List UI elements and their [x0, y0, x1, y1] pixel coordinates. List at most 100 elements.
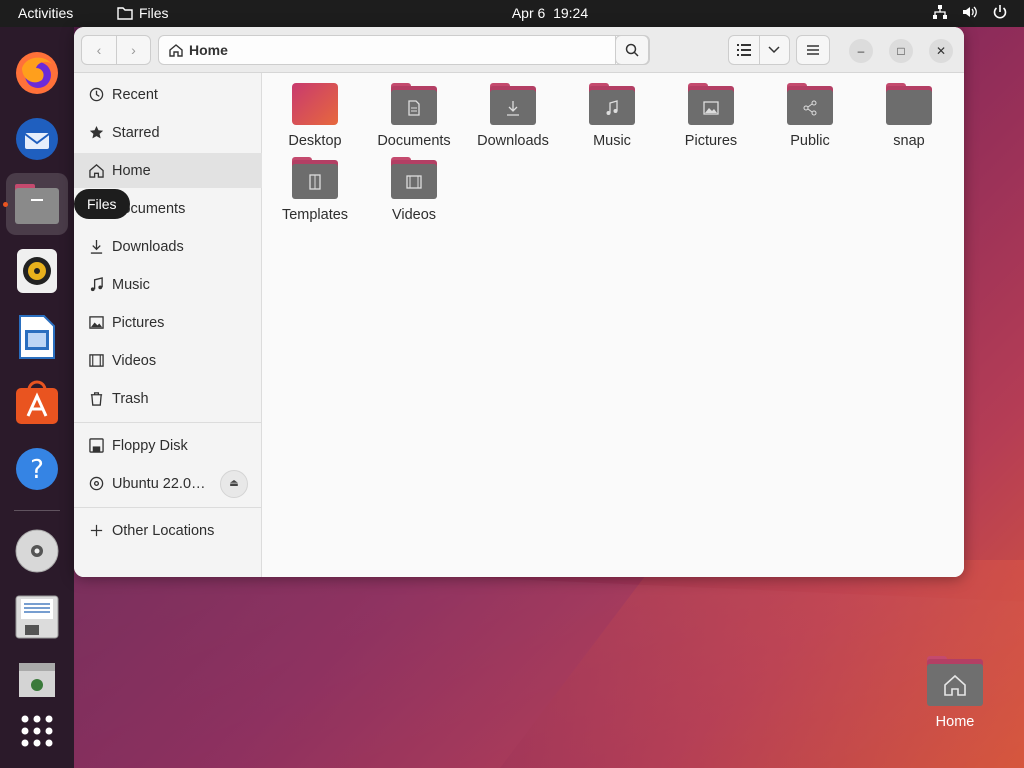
list-icon — [736, 44, 751, 56]
file-item-videos[interactable]: Videos — [366, 157, 462, 227]
main-menu-button[interactable] — [796, 35, 830, 65]
music-icon — [87, 276, 105, 294]
libreoffice-writer-icon — [19, 315, 55, 359]
sidebar-item-floppy[interactable]: Floppy Disk — [74, 428, 262, 463]
list-view-button[interactable] — [729, 36, 759, 64]
sidebar-item-ubuntu-disc[interactable]: Ubuntu 22.0… ⏏ — [74, 466, 262, 501]
sidebar-item-label: Music — [112, 276, 150, 293]
chevron-right-icon: › — [131, 42, 136, 58]
file-label: Videos — [391, 207, 437, 223]
cd-drive-launcher[interactable] — [13, 527, 61, 575]
sidebar: Recent Starred Home Documents Downloads … — [74, 73, 262, 577]
minimize-icon: – — [857, 44, 865, 58]
sidebar-item-trash[interactable]: Trash — [74, 381, 262, 416]
back-button[interactable]: ‹ — [82, 36, 116, 64]
eject-button[interactable]: ⏏ — [220, 469, 248, 498]
files-window: ‹ › Home ⋮ – □ ✕ Recent — [74, 27, 964, 577]
file-item-downloads[interactable]: Downloads — [465, 83, 561, 153]
writer-launcher[interactable] — [13, 313, 61, 361]
clock-date: Apr 6 — [511, 5, 546, 21]
sidebar-item-downloads[interactable]: Downloads — [74, 229, 262, 264]
network-icon — [933, 5, 947, 19]
videos-folder-icon — [391, 157, 437, 199]
sidebar-item-label: Home — [112, 162, 151, 179]
templates-folder-icon — [292, 157, 338, 199]
home-icon — [169, 44, 183, 57]
sidebar-item-other-locations[interactable]: Other Locations — [74, 513, 262, 548]
file-item-pictures[interactable]: Pictures — [663, 83, 759, 153]
system-tray[interactable] — [932, 4, 1008, 20]
file-item-music[interactable]: Music — [564, 83, 660, 153]
file-item-snap[interactable]: snap — [861, 83, 957, 153]
chevron-left-icon: ‹ — [96, 42, 102, 58]
firefox-launcher[interactable] — [13, 49, 61, 97]
clock[interactable]: Apr 6 19:24 — [0, 5, 1024, 21]
sidebar-item-label: Downloads — [112, 238, 184, 255]
file-item-documents[interactable]: Documents — [366, 83, 462, 153]
downloads-folder-icon — [490, 83, 536, 125]
video-icon — [87, 352, 105, 370]
search-icon — [625, 43, 639, 57]
floppy-icon — [15, 595, 59, 639]
top-bar: Activities Files Apr 6 19:24 — [0, 0, 1024, 27]
trash-drive-icon — [19, 663, 55, 697]
forward-button[interactable]: › — [115, 36, 150, 64]
clock-icon — [87, 86, 105, 104]
music-folder-icon — [589, 83, 635, 125]
path-bar[interactable]: Home ⋮ — [158, 35, 650, 65]
file-label: snap — [893, 133, 925, 149]
show-apps-icon — [21, 715, 53, 747]
disc-icon — [87, 475, 105, 493]
dock-separator — [14, 510, 60, 511]
rhythmbox-launcher[interactable] — [13, 247, 61, 295]
trash-icon — [87, 390, 105, 408]
view-options-button[interactable] — [758, 36, 789, 64]
file-label: Documents — [377, 133, 451, 149]
sidebar-item-music[interactable]: Music — [74, 267, 262, 302]
file-label: Downloads — [477, 133, 549, 149]
sidebar-item-starred[interactable]: Starred — [74, 115, 262, 150]
file-label: Music — [593, 133, 631, 149]
sidebar-separator — [74, 422, 262, 423]
trash-drive-launcher[interactable] — [13, 657, 61, 705]
file-label: Desktop — [288, 133, 342, 149]
home-icon — [87, 162, 105, 180]
desktop-home-label: Home — [935, 714, 975, 730]
cd-drive-icon — [15, 529, 59, 573]
thunderbird-launcher[interactable] — [13, 115, 61, 163]
close-button[interactable]: ✕ — [929, 39, 953, 63]
sidebar-item-pictures[interactable]: Pictures — [74, 305, 262, 340]
show-apps-button[interactable] — [13, 707, 61, 755]
file-view[interactable]: Desktop Documents Downloads Music Pictur… — [262, 73, 964, 577]
view-buttons — [728, 35, 790, 65]
header-bar: ‹ › Home ⋮ – □ ✕ — [74, 27, 964, 73]
download-icon — [87, 238, 105, 256]
eject-icon: ⏏ — [229, 478, 239, 489]
hamburger-icon — [807, 45, 819, 55]
maximize-button[interactable]: □ — [889, 39, 913, 63]
thunderbird-icon — [16, 118, 58, 160]
minimize-button[interactable]: – — [849, 39, 873, 63]
sidebar-item-label: Videos — [112, 352, 157, 369]
app-center-launcher[interactable] — [13, 379, 61, 427]
rhythmbox-icon — [17, 249, 57, 293]
sidebar-item-label: Starred — [112, 124, 160, 141]
sidebar-item-home[interactable]: Home — [74, 153, 262, 188]
path-current: Home — [189, 42, 228, 58]
sidebar-item-recent[interactable]: Recent — [74, 77, 262, 112]
picture-icon — [87, 314, 105, 332]
star-icon — [87, 124, 105, 142]
file-item-desktop[interactable]: Desktop — [267, 83, 363, 153]
file-item-templates[interactable]: Templates — [267, 157, 363, 227]
desktop-home-icon[interactable]: Home — [918, 656, 992, 730]
desktop-folder-icon — [292, 83, 338, 125]
file-label: Public — [790, 133, 830, 149]
dock-tooltip: Files — [74, 189, 130, 219]
sidebar-item-label: Trash — [112, 390, 149, 407]
sidebar-item-videos[interactable]: Videos — [74, 343, 262, 378]
search-button[interactable] — [615, 35, 649, 65]
files-launcher[interactable] — [6, 173, 68, 235]
floppy-launcher[interactable] — [13, 593, 61, 641]
help-launcher[interactable]: ? — [13, 445, 61, 493]
file-item-public[interactable]: Public — [762, 83, 858, 153]
